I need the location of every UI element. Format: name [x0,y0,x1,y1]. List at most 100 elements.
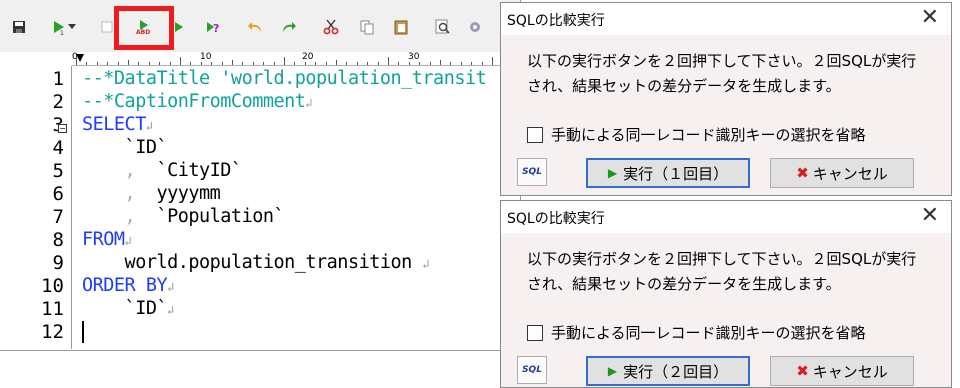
code-token: --*DataTitle 'world.population_transit [82,68,487,89]
find-icon[interactable] [432,16,454,38]
ruler-tick [408,62,410,65]
ruler-tick [315,62,317,65]
ruler-tick [200,62,202,65]
ruler-tick [180,57,181,65]
ruler-tick [481,62,483,65]
sql-compare-dialog-first: SQLの比較実行 ✕ 以下の実行ボタンを２回押下して下さい。２回SQLが実行され… [500,2,952,196]
svg-text:?: ? [213,22,219,35]
ruler-tick [86,62,88,65]
cancel-button-label: キャンセル [812,362,888,381]
skip-key-selection-checkbox[interactable] [527,127,543,143]
ruler-tick [471,62,473,65]
close-icon[interactable]: ✕ [921,5,939,31]
cancel-button[interactable]: ✖ キャンセル [770,356,914,386]
code-token: , [82,183,157,204]
ruler-label: 10 [200,52,212,62]
checkbox-label: 手動による同一レコード識別キーの選択を省略 [551,324,866,342]
highlight-box [114,6,174,50]
line-number: 1 [52,68,64,90]
settings-icon[interactable] [464,16,486,38]
code-line: SELECT↲ [82,114,153,135]
ruler-tick [76,57,77,65]
sql-editor-window: 1 ABD ? 0 10 20 30 1 2 4 5 6 7 8 9 10 11… [0,0,521,351]
toolbar: 1 ABD ? [0,0,520,52]
code-token: yyyymm [156,183,221,204]
gutter-divider [71,66,72,349]
ruler-tick [356,62,358,65]
ruler-tick [138,62,140,65]
line-number: 4 [52,137,64,159]
run-second-button[interactable]: ▶ 実行（２回目） [586,356,750,386]
ruler-tick [460,62,462,65]
ruler-tick [304,62,306,65]
cut-icon[interactable] [320,16,342,38]
ruler-tick [492,57,493,65]
close-icon[interactable]: ✕ [921,203,939,229]
code-token: SELECT [82,114,146,135]
fold-toggle-icon[interactable]: − [58,124,67,133]
ruler-label: 20 [302,52,314,62]
dialog-title: SQLの比較実行 [507,13,605,29]
ruler-tick [96,62,98,65]
run-button-label: 実行（１回目） [623,164,729,183]
cancel-button-label: キャンセル [812,164,888,183]
ruler-tick [419,62,421,65]
play-icon: ▶ [607,364,618,378]
ruler-tick [159,62,161,65]
ruler-tick [273,62,275,65]
code-token: ORDER BY [82,275,168,296]
run-first-button[interactable]: ▶ 実行（１回目） [586,158,750,188]
ruler-tick [117,62,119,65]
code-line: , `CityID` [82,160,243,181]
ruler-tick [107,62,109,65]
dialog-titlebar: SQLの比較実行 ✕ [501,201,951,233]
ruler-tick [263,62,265,65]
copy-icon[interactable] [356,16,378,38]
run-button-label: 実行（２回目） [623,362,729,381]
ruler-tick [440,60,441,65]
dialog-body: 以下の実行ボタンを２回押下して下さい。２回SQLが実行され、結果セットの差分デー… [501,35,951,195]
cancel-button[interactable]: ✖ キャンセル [770,158,914,188]
play-icon: ▶ [607,166,618,180]
line-break-mark: ↲ [167,280,174,294]
ruler-tick [450,62,452,65]
save-icon[interactable] [8,16,30,38]
ruler-tick [232,60,233,65]
help-run-icon[interactable]: ? [202,16,224,38]
ruler-tick [325,62,327,65]
dialog-titlebar: SQLの比較実行 ✕ [501,3,951,35]
ruler-tick [367,62,369,65]
dialog-message: 以下の実行ボタンを２回押下して下さい。２回SQLが実行され、結果セットの差分デー… [527,52,917,95]
ruler-label: 30 [408,52,420,62]
dialog-body: 以下の実行ボタンを２回押下して下さい。２回SQLが実行され、結果セットの差分デー… [501,233,951,387]
code-area[interactable]: --*DataTitle 'world.population_transit --… [82,66,520,349]
ruler-tick [294,62,296,65]
dropdown-arrow-icon[interactable] [66,16,78,38]
code-line: `ID`↲ [82,298,175,319]
paste-icon[interactable] [390,16,412,38]
code-line: , `Population` [82,206,285,227]
ruler-tick [169,62,171,65]
redo-icon[interactable] [278,16,300,38]
sql-icon[interactable]: SQL [517,356,547,384]
code-line: , yyyymm [82,183,221,204]
line-number: 7 [52,206,64,228]
ruler-tick [148,62,150,65]
sql-icon[interactable]: SQL [517,158,547,186]
line-number: 6 [52,183,64,205]
ruler-tick [242,62,244,65]
skip-key-selection-checkbox[interactable] [527,325,543,341]
ruler-tick [388,57,389,65]
line-number: 12 [41,321,64,343]
line-break-mark: ↲ [167,303,174,317]
line-break-mark: ↲ [124,234,132,248]
line-number: 10 [41,275,64,297]
line-number: 8 [52,229,64,251]
ruler-tick [377,62,379,65]
code-token: FROM [82,229,125,250]
undo-icon[interactable] [244,16,266,38]
code-token: `ID` [82,137,168,158]
ruler-tick [252,62,254,65]
line-number-gutter: 1 2 3 4 5 6 7 8 9 10 11 12 − [0,66,72,349]
ruler-tick [128,60,129,65]
